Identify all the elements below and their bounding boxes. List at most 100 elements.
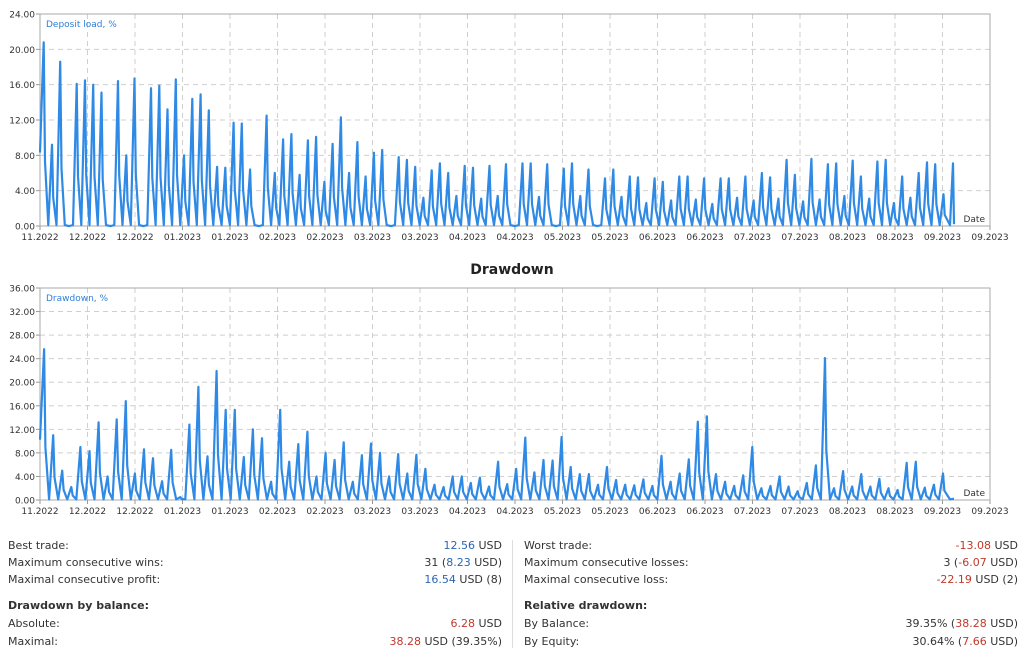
stats-value-part: 38.28 [955,617,987,630]
stats-label: Best trade: [8,539,69,552]
x-tick-label: 01.2023 [211,233,248,243]
x-tick-label: 06.2023 [639,507,676,517]
x-tick-label: 09.2023 [971,233,1008,243]
x-tick-label: 02.2023 [259,507,296,517]
stats-value-part: USD [474,617,502,630]
x-tick-label: 12.2022 [116,233,153,243]
x-tick-label: 09.2023 [971,507,1008,517]
stats-value-part: 12.56 [443,539,475,552]
stats-value: -22.19 USD (2) [936,572,1018,588]
stats-value-part: -22.19 [936,573,972,586]
x-axis-label: Date [963,215,985,225]
x-tick-label: 04.2023 [496,233,533,243]
y-tick-label: 24.00 [9,11,35,21]
stats-value-part: 38.28 [389,635,421,648]
stats-value-part: USD) [470,556,502,569]
stats-value-part: 7.66 [962,635,987,648]
stats-value-part: USD (8) [455,573,502,586]
stats-value-part: USD [990,539,1018,552]
y-tick-label: 28.00 [9,332,35,342]
x-tick-label: 05.2023 [591,233,628,243]
x-tick-label: 03.2023 [354,507,391,517]
stats-value-part: -6.07 [958,556,987,569]
stats-label: Drawdown by balance: [8,599,149,612]
stats-value-part: 16.54 [424,573,456,586]
stats-value: 12.56 USD [443,538,502,554]
stats-row: Maximal consecutive profit: 16.54 USD (8) [8,572,502,588]
y-tick-label: 32.00 [9,308,35,318]
x-tick-label: 08.2023 [829,507,866,517]
stats-divider [512,540,513,648]
y-tick-label: 36.00 [9,285,35,295]
x-tick-label: 09.2023 [924,233,961,243]
y-tick-label: 20.00 [9,46,35,56]
x-tick-label: 07.2023 [734,233,771,243]
stats-label: Maximal consecutive loss: [524,573,669,586]
stats-value-part: 31 ( [424,556,447,569]
stats-label: Maximum consecutive losses: [524,556,689,569]
x-tick-label: 08.2023 [876,507,913,517]
stats-row: Maximal consecutive loss: -22.19 USD (2) [524,572,1018,588]
y-tick-label: 12.00 [9,117,35,127]
deposit-load-chart: 0.00 4.00 8.00 12.00 16.00 20.00 24.00 11.2022 1… [9,11,1008,244]
stats-section-header: Relative drawdown: [524,598,1018,614]
legend-label: Drawdown, % [46,294,109,304]
stats-row: Absolute: 6.28 USD [8,616,502,632]
stats-value: 3 (-6.07 USD) [943,555,1018,571]
stats-value: 38.28 USD (39.35%) [389,634,502,650]
stats-value: 16.54 USD (8) [424,572,502,588]
stats-value-part: USD) [986,635,1018,648]
y-tick-label: 8.00 [15,152,35,162]
stats-row: Maximum consecutive losses: 3 (-6.07 USD) [524,555,1018,571]
stats-row: By Equity: 30.64% (7.66 USD) [524,634,1018,650]
y-tick-label: 16.00 [9,81,35,91]
stats-value-part: 30.64% ( [912,635,963,648]
x-tick-label: 03.2023 [354,233,391,243]
y-tick-label: 16.00 [9,402,35,412]
stats-value: -13.08 USD [956,538,1018,554]
x-tick-label: 05.2023 [544,233,581,243]
x-tick-label: 02.2023 [306,507,343,517]
x-tick-label: 07.2023 [781,233,818,243]
y-tick-label: 20.00 [9,379,35,389]
x-tick-label: 01.2023 [164,233,201,243]
x-tick-label: 12.2022 [69,507,106,517]
stats-value: 6.28 USD [450,616,502,632]
y-tick-label: 4.00 [15,187,35,197]
stats-row: Maximal: 38.28 USD (39.35%) [8,634,502,650]
x-tick-label: 08.2023 [829,233,866,243]
stats-label: Worst trade: [524,539,593,552]
stats-value-part: USD [474,539,502,552]
y-tick-label: 8.00 [15,449,35,459]
y-tick-label: 24.00 [9,355,35,365]
x-tick-label: 08.2023 [876,233,913,243]
x-tick-label: 02.2023 [259,233,296,243]
x-tick-label: 11.2022 [21,507,58,517]
stats-value-part: 39.35% ( [905,617,956,630]
x-tick-label: 06.2023 [686,233,723,243]
x-tick-label: 04.2023 [496,507,533,517]
stats-label: Relative drawdown: [524,599,648,612]
stats-value: 30.64% (7.66 USD) [912,634,1018,650]
stats-row: Best trade: 12.56 USD [8,538,502,554]
x-tick-label: 03.2023 [401,507,438,517]
x-tick-label: 06.2023 [686,507,723,517]
y-tick-label: 4.00 [15,473,35,483]
stats-value-part: 3 ( [943,556,959,569]
stats-label: By Balance: [524,617,590,630]
drawdown-chart: 0.00 4.00 8.00 12.00 16.00 20.00 24.00 28.00 32.… [9,285,1008,518]
x-axis-label: Date [963,489,985,499]
stats-value-part: 8.23 [446,556,471,569]
y-tick-label: 0.00 [15,223,35,233]
stats-value-part: USD) [986,617,1018,630]
x-tick-label: 05.2023 [544,507,581,517]
stats-label: Maximal: [8,635,59,648]
stats-label: Maximum consecutive wins: [8,556,164,569]
stats-value-part: -13.08 [955,539,991,552]
x-tick-label: 07.2023 [781,507,818,517]
stats-row: By Balance: 39.35% (38.28 USD) [524,616,1018,632]
x-tick-label: 09.2023 [924,507,961,517]
x-tick-label: 03.2023 [401,233,438,243]
stats-value: 39.35% (38.28 USD) [905,616,1018,632]
stats-row: Worst trade: -13.08 USD [524,538,1018,554]
